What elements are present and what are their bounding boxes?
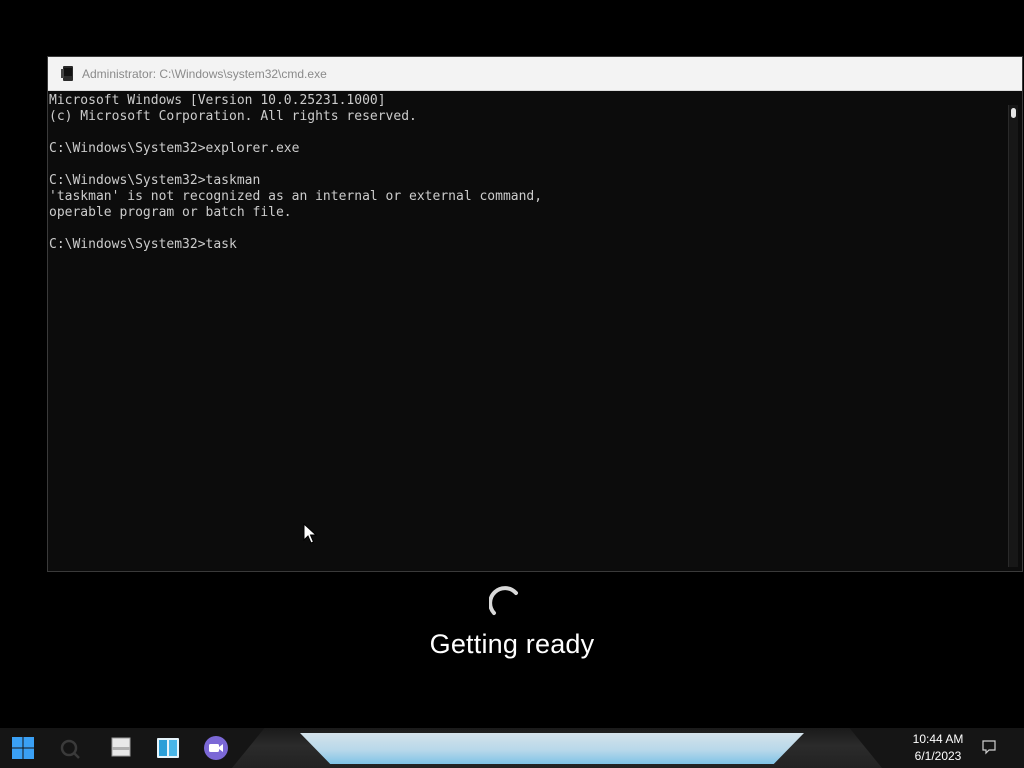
loading-spinner-icon bbox=[489, 586, 518, 615]
window-title: Administrator: C:\Windows\system32\cmd.e… bbox=[82, 67, 327, 81]
folder-icon[interactable] bbox=[108, 734, 136, 762]
taskbar bbox=[0, 728, 1024, 768]
clock-time[interactable]: 10:44 AM bbox=[900, 732, 976, 746]
console-line: C:\Windows\System32>taskman bbox=[49, 173, 261, 188]
desktop: Administrator: C:\Windows\system32\cmd.e… bbox=[0, 0, 1024, 768]
video-chat-icon[interactable] bbox=[202, 734, 230, 762]
widgets-icon[interactable] bbox=[154, 734, 182, 762]
console-line: operable program or batch file. bbox=[49, 205, 292, 220]
console-input-line[interactable]: C:\Windows\System32>task bbox=[49, 237, 237, 253]
mouse-cursor-icon bbox=[303, 523, 317, 544]
console-output[interactable]: Microsoft Windows [Version 10.0.25231.10… bbox=[48, 92, 1009, 571]
console-line: C:\Windows\System32>explorer.exe bbox=[49, 141, 300, 156]
windows-logo-icon[interactable] bbox=[9, 734, 37, 762]
cmd-window[interactable]: Administrator: C:\Windows\system32\cmd.e… bbox=[47, 56, 1023, 572]
notification-icon[interactable] bbox=[981, 739, 997, 755]
console-line: 'taskman' is not recognized as an intern… bbox=[49, 189, 543, 204]
cmd-titlebar[interactable]: Administrator: C:\Windows\system32\cmd.e… bbox=[48, 57, 1022, 91]
cmd-icon bbox=[61, 66, 73, 81]
search-icon[interactable] bbox=[55, 734, 83, 762]
taskbar-highlight bbox=[300, 733, 804, 764]
console-scrollbar[interactable] bbox=[1008, 105, 1018, 567]
console-line: Microsoft Windows [Version 10.0.25231.10… bbox=[49, 93, 386, 108]
console-line: (c) Microsoft Corporation. All rights re… bbox=[49, 109, 417, 124]
clock-date[interactable]: 6/1/2023 bbox=[900, 749, 976, 763]
status-text: Getting ready bbox=[429, 629, 595, 659]
scrollbar-thumb[interactable] bbox=[1011, 108, 1016, 118]
